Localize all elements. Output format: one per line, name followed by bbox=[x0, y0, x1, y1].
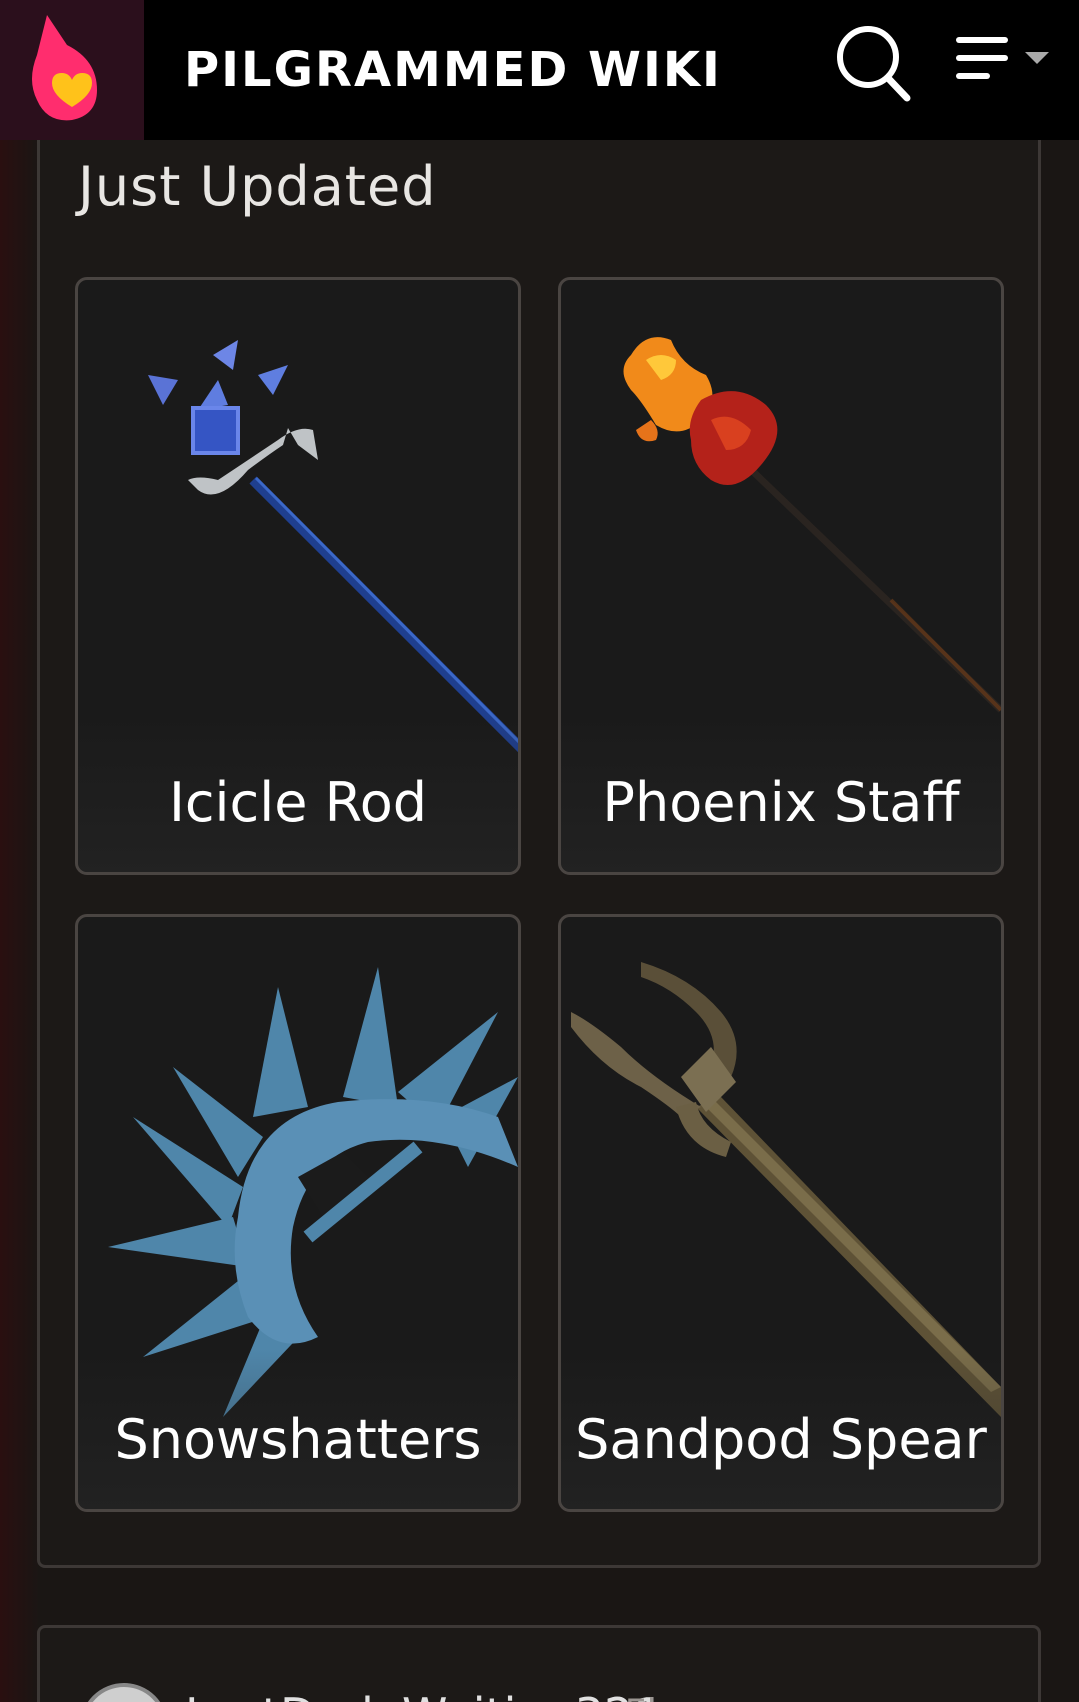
more-icon[interactable]: • bbox=[969, 1698, 983, 1702]
card-label: Snowshatters bbox=[114, 1408, 482, 1471]
card-label: Phoenix Staff bbox=[602, 771, 960, 834]
card-sandpod-spear[interactable]: Sandpod Spear bbox=[558, 914, 1004, 1512]
search-icon bbox=[837, 26, 911, 102]
wiki-title[interactable]: PILGRAMMED WIKI bbox=[184, 42, 722, 98]
chevron-down-icon bbox=[1025, 52, 1049, 64]
card-label: Sandpod Spear bbox=[575, 1408, 987, 1471]
fandom-heart-flame-icon bbox=[32, 15, 97, 121]
top-navigation-bar: PILGRAMMED WIKI bbox=[0, 0, 1079, 140]
card-snowshatters[interactable]: Snowshatters bbox=[75, 914, 521, 1512]
card-label: Icicle Rod bbox=[168, 771, 428, 834]
page: PILGRAMMED WIKI Just Updated Icicle Rod … bbox=[0, 0, 1079, 1702]
avatar[interactable] bbox=[80, 1683, 168, 1702]
activity-time: 5h bbox=[625, 1691, 670, 1702]
card-phoenix-staff[interactable]: Phoenix Staff bbox=[558, 277, 1004, 875]
section-title: Just Updated bbox=[78, 155, 437, 218]
menu-button[interactable] bbox=[955, 30, 1065, 100]
activity-username[interactable]: LostDudeWaiting321 bbox=[185, 1688, 663, 1702]
search-button[interactable] bbox=[835, 22, 915, 102]
fandom-logo[interactable] bbox=[0, 0, 144, 140]
card-icicle-rod[interactable]: Icicle Rod bbox=[75, 277, 521, 875]
recent-activity-card: LostDudeWaiting321 5h • bbox=[37, 1625, 1041, 1702]
hamburger-menu-icon bbox=[956, 37, 1049, 79]
